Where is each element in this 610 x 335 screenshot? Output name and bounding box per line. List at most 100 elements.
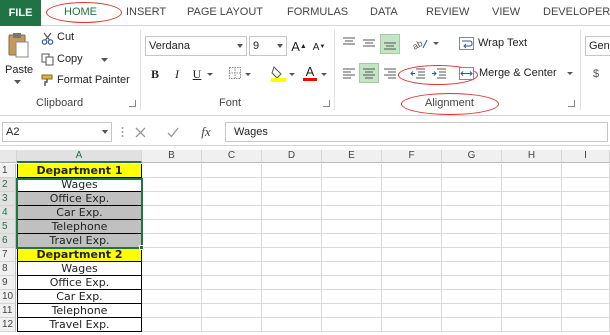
tab-page-layout[interactable]: PAGE LAYOUT <box>187 6 263 18</box>
format-painter-button[interactable]: Format Painter <box>57 74 130 86</box>
format-painter-icon[interactable] <box>40 73 54 87</box>
empty-cell[interactable] <box>562 304 610 318</box>
empty-cell[interactable] <box>202 304 262 318</box>
empty-cell[interactable] <box>322 276 382 290</box>
column-header-f[interactable]: F <box>382 150 442 163</box>
empty-cell[interactable] <box>142 192 202 206</box>
number-format-dropdown[interactable]: Gen <box>585 36 610 56</box>
empty-cell[interactable] <box>382 290 442 304</box>
empty-cell[interactable] <box>562 164 610 178</box>
fill-color-dropdown-icon[interactable] <box>288 72 295 78</box>
empty-cell[interactable] <box>322 290 382 304</box>
empty-cell[interactable] <box>562 206 610 220</box>
tab-file[interactable]: FILE <box>0 0 41 26</box>
italic-button[interactable]: I <box>170 66 184 82</box>
empty-cell[interactable] <box>142 276 202 290</box>
tab-formulas[interactable]: FORMULAS <box>287 6 348 18</box>
fill-color-icon[interactable] <box>270 64 286 82</box>
empty-cell[interactable] <box>502 234 562 248</box>
cell-a-5[interactable]: Telephone <box>17 220 142 234</box>
middle-align-icon[interactable] <box>360 34 378 52</box>
bold-button[interactable]: B <box>148 66 162 82</box>
tab-data[interactable]: DATA <box>370 6 398 18</box>
row-header[interactable]: 8 <box>0 262 16 276</box>
merge-center-dropdown-icon[interactable] <box>566 71 573 77</box>
tab-view[interactable]: VIEW <box>492 6 520 18</box>
copy-dropdown-icon[interactable] <box>100 57 108 63</box>
empty-cell[interactable] <box>202 164 262 178</box>
column-header-h[interactable]: H <box>502 150 562 163</box>
empty-cell[interactable] <box>262 220 322 234</box>
empty-cell[interactable] <box>562 262 610 276</box>
orientation-dropdown-icon[interactable] <box>432 41 439 47</box>
empty-cell[interactable] <box>442 304 502 318</box>
empty-cell[interactable] <box>382 318 442 332</box>
empty-cell[interactable] <box>382 206 442 220</box>
underline-dropdown-icon[interactable] <box>206 72 213 78</box>
formula-input[interactable]: Wages <box>225 122 608 142</box>
cell-a-4[interactable]: Car Exp. <box>17 206 142 220</box>
clipboard-launcher-icon[interactable] <box>129 100 136 107</box>
row-header[interactable]: 11 <box>0 304 16 318</box>
empty-cell[interactable] <box>502 248 562 262</box>
empty-cell[interactable] <box>502 206 562 220</box>
column-header-b[interactable]: B <box>142 150 202 163</box>
empty-cell[interactable] <box>142 262 202 276</box>
row-header[interactable]: 6 <box>0 234 16 248</box>
empty-cell[interactable] <box>142 206 202 220</box>
empty-cell[interactable] <box>142 304 202 318</box>
cell-a-3[interactable]: Office Exp. <box>17 192 142 206</box>
font-size-dropdown[interactable]: 9 <box>249 36 287 56</box>
empty-cell[interactable] <box>382 262 442 276</box>
column-header-c[interactable]: C <box>202 150 262 163</box>
row-header[interactable]: 5 <box>0 220 16 234</box>
empty-cell[interactable] <box>442 318 502 332</box>
empty-cell[interactable] <box>382 276 442 290</box>
empty-cell[interactable] <box>442 290 502 304</box>
empty-cell[interactable] <box>562 248 610 262</box>
empty-cell[interactable] <box>562 178 610 192</box>
row-header[interactable]: 7 <box>0 248 16 262</box>
empty-cell[interactable] <box>562 192 610 206</box>
tab-developer[interactable]: DEVELOPER <box>543 6 610 18</box>
empty-cell[interactable] <box>502 220 562 234</box>
select-all-corner[interactable] <box>0 150 17 163</box>
empty-cell[interactable] <box>322 262 382 276</box>
font-color-dropdown-icon[interactable] <box>320 72 327 78</box>
decrease-font-size-icon[interactable]: A ▼ <box>312 40 326 54</box>
align-left-icon[interactable] <box>340 64 358 82</box>
row-header[interactable]: 10 <box>0 290 16 304</box>
fill-handle[interactable] <box>139 245 144 250</box>
empty-cell[interactable] <box>442 276 502 290</box>
cut-button[interactable]: Cut <box>57 31 74 43</box>
empty-cell[interactable] <box>322 178 382 192</box>
font-launcher-icon[interactable] <box>323 100 330 107</box>
empty-cell[interactable] <box>202 262 262 276</box>
empty-cell[interactable] <box>202 234 262 248</box>
underline-button[interactable]: U <box>190 66 204 82</box>
empty-cell[interactable] <box>502 304 562 318</box>
empty-cell[interactable] <box>442 220 502 234</box>
empty-cell[interactable] <box>442 206 502 220</box>
empty-cell[interactable] <box>262 164 322 178</box>
merge-center-icon[interactable] <box>458 66 474 80</box>
empty-cell[interactable] <box>562 290 610 304</box>
font-name-dropdown[interactable]: Verdana <box>145 36 247 56</box>
empty-cell[interactable] <box>442 192 502 206</box>
font-color-icon[interactable]: A <box>302 64 318 82</box>
accounting-format-icon[interactable]: $ <box>588 66 604 82</box>
row-header[interactable]: 12 <box>0 318 16 332</box>
empty-cell[interactable] <box>142 178 202 192</box>
empty-cell[interactable] <box>502 178 562 192</box>
bottom-align-icon[interactable] <box>380 34 400 54</box>
drag-handle-icon[interactable] <box>120 126 124 138</box>
empty-cell[interactable] <box>562 318 610 332</box>
empty-cell[interactable] <box>262 304 322 318</box>
empty-cell[interactable] <box>382 248 442 262</box>
column-header-g[interactable]: G <box>442 150 502 163</box>
empty-cell[interactable] <box>562 234 610 248</box>
align-center-icon[interactable] <box>359 63 379 83</box>
column-header-a[interactable]: A <box>17 150 142 163</box>
row-header[interactable]: 1 <box>0 164 16 178</box>
row-header[interactable]: 9 <box>0 276 16 290</box>
